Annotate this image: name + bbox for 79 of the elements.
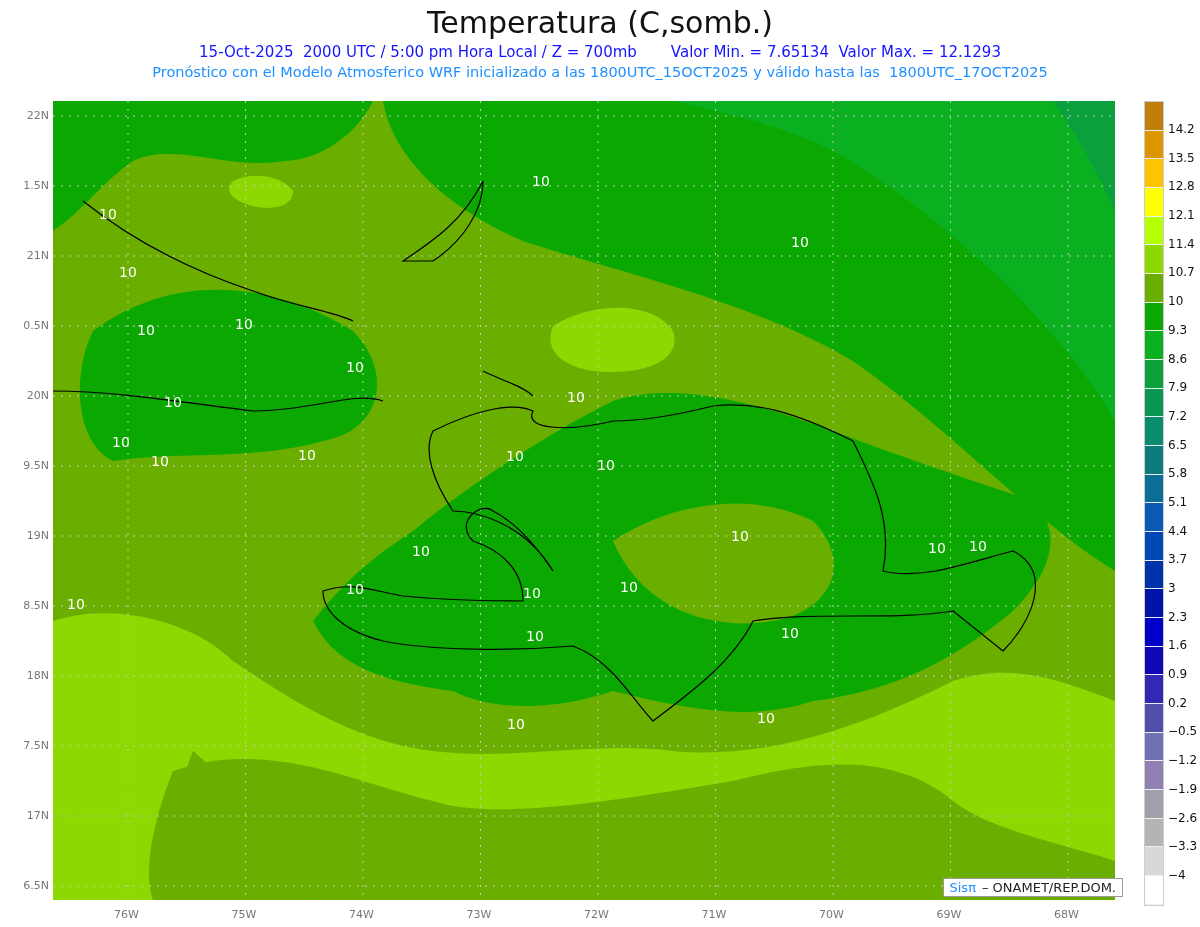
- colorbar-label: 3.7: [1167, 551, 1189, 569]
- longitude-label: 71W: [701, 908, 727, 921]
- contour-label: 10: [235, 316, 253, 332]
- latitude-label: 20N: [26, 389, 49, 402]
- contour-label: 10: [969, 538, 987, 554]
- contour-label: 10: [298, 447, 316, 463]
- contour-label: 10: [99, 206, 117, 222]
- colorbar-label: 14.2: [1167, 121, 1196, 138]
- contour-label: 10: [526, 628, 544, 644]
- colorbar-label: 4.4: [1167, 522, 1189, 540]
- latitude-label: 1.5N: [23, 179, 49, 192]
- latitude-label: 7.5N: [23, 739, 49, 752]
- logo-text: Sisπ: [949, 880, 976, 895]
- credit-text: – ONAMET/REP.DOM.: [981, 880, 1116, 895]
- colorbar-label: 5.1: [1167, 493, 1189, 511]
- contour-label: 10: [346, 359, 364, 375]
- contour-label: 10: [151, 453, 169, 469]
- contour-label: 10: [112, 434, 130, 450]
- colorbar-label: −1.2: [1167, 752, 1198, 770]
- longitude-label: 72W: [584, 908, 609, 921]
- contour-label: 10: [781, 625, 799, 641]
- contour-label: 10: [507, 716, 525, 732]
- colorbar-label: 13.5: [1167, 149, 1196, 167]
- colorbar-label: 8.6: [1167, 350, 1189, 368]
- colorbar-label: 3: [1167, 580, 1177, 597]
- colorbar-label: −2.6: [1167, 809, 1198, 827]
- model-note: Pronóstico con el Modelo Atmosferico WRF inicializado a las 1800UTC_15OCT2025 y válido hasta las 1800UTC_17OCT2025: [151, 63, 1049, 82]
- latitude-label: 8.5N: [23, 599, 49, 612]
- latitude-label: 21N: [26, 249, 49, 262]
- latitude-label: 17N: [26, 809, 49, 822]
- longitude-label: 76W: [114, 908, 139, 921]
- colorbar-label: 9.3: [1167, 321, 1189, 339]
- latitude-label: 6.5N: [23, 879, 49, 892]
- colorbar-label: 1.6: [1167, 637, 1189, 655]
- colorbar-label: 0.2: [1167, 694, 1189, 712]
- contour-label: 10: [532, 173, 550, 189]
- colorbar-label: −3.3: [1167, 838, 1198, 856]
- contour-label: 10: [791, 234, 809, 250]
- forecast-datetime: 15-Oct-2025 2000 UTC / 5:00 pm Hora Local / Z = 700mb: [199, 42, 637, 62]
- colorbar-label: 10.7: [1167, 264, 1196, 282]
- latitude-label: 0.5N: [23, 319, 49, 332]
- contour-label: 10: [412, 543, 430, 559]
- colorbar-label: 12.8: [1167, 178, 1196, 196]
- contour-label: 10: [597, 457, 615, 473]
- latitude-label: 18N: [26, 669, 49, 682]
- contour-label: 10: [506, 448, 524, 464]
- colorbar-label: 7.9: [1167, 379, 1189, 397]
- colorbar-label: 10: [1167, 293, 1185, 311]
- contour-label: 10: [928, 540, 946, 556]
- colorbar-label: −4: [1167, 866, 1187, 884]
- contour-label: 10: [346, 581, 364, 597]
- contour-label: 10: [620, 579, 638, 595]
- contour-label: 10: [137, 322, 155, 338]
- longitude-label: 70W: [819, 908, 844, 921]
- colorbar-label: 11.4: [1167, 235, 1196, 253]
- colorbar-label: −1.9: [1167, 780, 1198, 798]
- longitude-label: 69W: [936, 908, 962, 921]
- colorbar-label: 2.3: [1167, 608, 1189, 626]
- colorbar-label: −0.5: [1167, 723, 1198, 741]
- contour-label: 10: [119, 264, 137, 280]
- longitude-label: 75W: [231, 908, 257, 921]
- longitude-label: 73W: [466, 908, 492, 921]
- colorbar-label: 0.9: [1167, 666, 1189, 684]
- colorbar-label: 6.5: [1167, 436, 1189, 454]
- latitude-label: 9.5N: [23, 459, 49, 472]
- contour-label: 10: [523, 585, 541, 601]
- contour-label: 10: [67, 596, 85, 612]
- contour-label: 10: [567, 389, 585, 405]
- colorbar-label: 5.8: [1167, 465, 1189, 483]
- value-range: Valor Min. = 7.65134 Valor Max. = 12.1293: [670, 42, 1001, 62]
- contour-label: 10: [731, 528, 749, 544]
- latitude-label: 22N: [26, 109, 49, 122]
- map-title: Temperatura (C,somb.): [426, 4, 774, 42]
- colorbar-label: 7.2: [1167, 407, 1189, 425]
- contour-label: 10: [757, 710, 775, 726]
- colorbar-label: 12.1: [1167, 207, 1196, 225]
- longitude-label: 68W: [1054, 908, 1079, 921]
- latitude-label: 19N: [26, 529, 49, 542]
- longitude-label: 74W: [349, 908, 374, 921]
